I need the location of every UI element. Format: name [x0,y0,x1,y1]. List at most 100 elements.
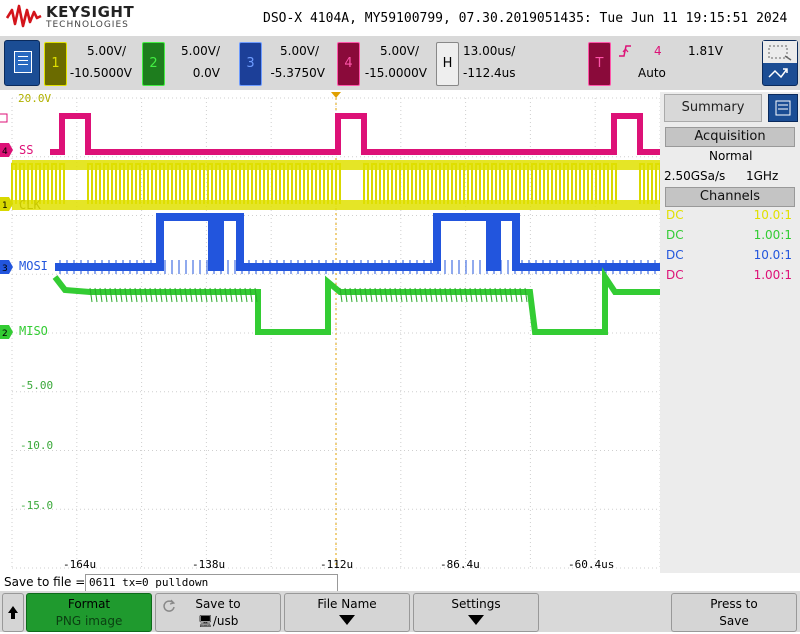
mosi-ground-marker-number: 3 [2,264,8,274]
keysight-wave-icon [6,4,42,28]
channel-1-badge: 1 [44,42,67,86]
grid-label-minus10: -10.0 [20,439,54,452]
format-label: Format [67,597,111,611]
channel-1-coupling: DC [666,208,684,222]
horizontal-scale: 13.00us/ [463,44,516,58]
channel-3-badge: 3 [239,42,262,86]
press-to-save-softkey[interactable]: Press to Save [671,593,797,632]
channel-2-badge: 2 [142,42,165,86]
channel-1-probe: 10.0:1 [753,208,792,222]
sidebar-menu-icon[interactable] [768,94,798,122]
channel-3-coupling: DC [666,248,684,262]
settings-label: Settings [451,597,501,611]
softkey-bar: Format PNG image Save to 🖥/usb File Name… [0,591,800,632]
bandwidth: 1GHz [746,169,779,183]
horizontal-delay: -112.4us [463,66,516,80]
mosi-trace [55,213,660,271]
clk-low-band [12,200,660,210]
channel-row-3: DC 10.0:1 [666,248,794,266]
channel-3-scale: 5.00V/ [280,44,319,58]
channel-2-coupling: DC [666,228,684,242]
top-voltage-label: 20.0V [18,92,52,105]
acquisition-mode: Normal [709,149,753,163]
miso-ground-marker: 2 [0,325,13,339]
miso-trace [52,267,660,335]
main-menu-button[interactable] [4,40,40,86]
trace-label-mosi: MOSI [19,259,48,273]
save-file-bar: Save to file = 0611 tx=0 pulldown [0,573,660,593]
channel-3-probe: 10.0:1 [753,248,792,262]
summary-sidebar: Summary Acquisition Normal 2.50GSa/s 1GH… [660,92,800,573]
trace-label-ss: SS [19,143,34,157]
channel-row-2: DC 1.00:1 [666,228,794,246]
rising-edge-icon [619,45,631,57]
channel-2-block[interactable]: 2 5.00V/ 0.0V [142,40,234,86]
measure-tool-button[interactable] [762,40,798,86]
summary-tab[interactable]: Summary [664,94,762,122]
trigger-source: 4 [654,44,662,58]
channel-markers: 4 1 3 2 [0,113,13,339]
channel-1-block[interactable]: 1 5.00V/ -10.5000V [44,40,136,86]
channel-1-scale: 5.00V/ [87,44,126,58]
channel-4-block[interactable]: 4 5.00V/ -15.0000V [337,40,431,86]
channel-1-offset: -10.5000V [69,66,132,80]
settings-softkey[interactable]: Settings [413,593,539,632]
time-label-1: -164u [63,558,97,571]
trace-label-clk: CLK [19,198,41,212]
clk-ground-marker-number: 1 [2,201,8,211]
ss-ground-marker: 4 [0,143,13,157]
format-value: PNG image [55,614,123,628]
trigger-mode: Auto [638,66,666,80]
file-name-softkey[interactable]: File Name [284,593,410,632]
save-to-softkey[interactable]: Save to 🖥/usb [155,593,281,632]
horizontal-badge: H [436,42,459,86]
trigger-level: 1.81V [688,44,723,58]
save-to-label: Save to [195,597,241,611]
waveform-display[interactable]: 4 1 3 2 20.0V -5.00 -10.0 -15.0 -164u -138u… [0,92,660,573]
grid-label-minus15: -15.0 [20,499,54,512]
save-filename-field[interactable]: 0611 tx=0 pulldown [85,574,338,592]
channel-4-badge: 4 [337,42,360,86]
brand-name: KEYSIGHT [46,3,135,21]
format-softkey[interactable]: Format PNG image [26,593,152,632]
settings-arrow-icon [468,615,484,625]
save-to-value: 🖥/usb [197,614,239,628]
trace-label-miso: MISO [19,324,48,338]
back-button[interactable] [2,593,24,632]
horizontal-block[interactable]: H 13.00us/ -112.4us [436,40,536,86]
header-bar: KEYSIGHT TECHNOLOGIES DSO-X 4104A, MY591… [0,0,800,36]
time-label-5: -60.4us [568,558,615,571]
channel-3-block[interactable]: 3 5.00V/ -5.3750V [239,40,331,86]
save-file-label: Save to file = [4,575,86,589]
grid-label-minus5: -5.00 [20,379,54,392]
brand-subtitle: TECHNOLOGIES [46,20,129,30]
keysight-logo: KEYSIGHT TECHNOLOGIES [4,2,204,34]
trigger-badge: T [588,42,611,86]
trigger-block[interactable]: T 4 1.81V Auto [588,40,736,86]
file-name-label: File Name [317,597,377,611]
up-arrow-icon [8,606,18,619]
trigger-level-marker [0,113,8,123]
channel-row-1: DC 10.0:1 [666,208,794,226]
channel-row-4: DC 1.00:1 [666,268,794,286]
channels-header: Channels [665,187,795,207]
channel-strip: 1 5.00V/ -10.5000V 2 5.00V/ 0.0V 3 5.00V… [0,36,800,90]
mosi-ground-marker: 3 [0,260,13,274]
channel-4-offset: -15.0000V [364,66,427,80]
clk-high-band [12,160,660,170]
sample-rate: 2.50GSa/s [664,169,726,183]
acquisition-header: Acquisition [665,127,795,147]
channel-2-probe: 1.00:1 [753,228,792,242]
channel-2-scale: 5.00V/ [181,44,220,58]
miso-ground-marker-number: 2 [2,329,8,339]
channel-4-coupling: DC [666,268,684,282]
zoom-box-icon [763,41,797,79]
instrument-info: DSO-X 4104A, MY59100799, 07.30.201905143… [263,11,788,26]
channel-4-probe: 1.00:1 [753,268,792,282]
channel-2-offset: 0.0V [192,66,220,80]
channel-3-offset: -5.3750V [270,66,325,80]
waveform-canvas: 4 1 3 2 [0,92,660,569]
channel-4-scale: 5.00V/ [380,44,419,58]
press-to-save-value: Save [719,614,749,628]
time-label-3: -112u [320,558,354,571]
